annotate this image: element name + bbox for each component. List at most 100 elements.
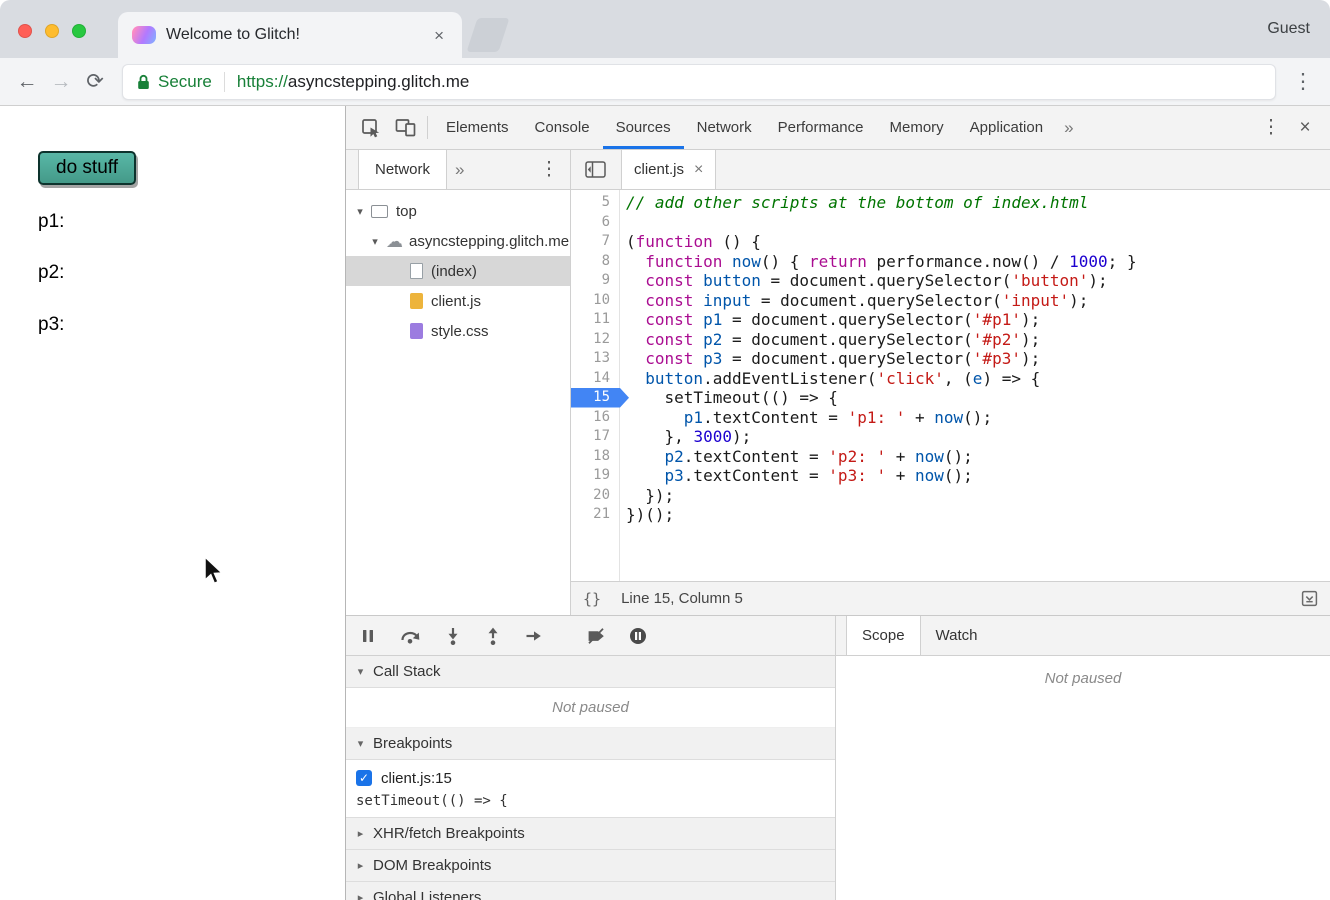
tab-strip: Welcome to Glitch! × Guest	[0, 0, 1330, 58]
tree-item-asyncstepping-glitch-me[interactable]: ▾☁asyncstepping.glitch.me	[346, 226, 570, 256]
line-number[interactable]: 6	[571, 213, 619, 233]
debugger-sidebar: ▾ Call Stack Not paused ▾ Breakpoints ✓c…	[346, 616, 836, 900]
line-number[interactable]: 21	[571, 505, 619, 525]
do-stuff-button[interactable]: do stuff	[38, 151, 136, 185]
inspect-element-icon[interactable]	[354, 106, 388, 149]
code-token: now	[915, 447, 944, 466]
close-window-button[interactable]	[18, 24, 32, 38]
source-editor: client.js × 5// add other scripts at the…	[571, 150, 1330, 615]
devtools-tab-elements[interactable]: Elements	[433, 106, 522, 149]
code-token: 'p1: '	[848, 408, 906, 427]
tab-close-icon[interactable]: ×	[430, 25, 448, 46]
xhr-fetch-breakpoints-header[interactable]: ▸XHR/fetch Breakpoints	[346, 818, 835, 850]
disclosure-triangle-icon: ▾	[355, 665, 366, 678]
browser-menu-icon[interactable]: ⋮	[1286, 69, 1320, 94]
code-token: );	[1069, 291, 1088, 310]
step-over-icon[interactable]	[400, 628, 421, 644]
code-token	[693, 271, 703, 290]
line-number[interactable]: 10	[571, 291, 619, 311]
deactivate-breakpoints-icon[interactable]	[587, 627, 605, 645]
tree-item-label: top	[396, 203, 417, 220]
line-number[interactable]: 12	[571, 330, 619, 350]
step-into-icon[interactable]	[445, 627, 461, 645]
show-drawer-icon[interactable]	[1301, 590, 1318, 607]
code-line: const input = document.querySelector('in…	[619, 291, 1088, 311]
line-number[interactable]: 17	[571, 427, 619, 447]
line-number[interactable]: 18	[571, 447, 619, 467]
step-icon[interactable]	[525, 628, 543, 644]
new-tab-button[interactable]	[466, 18, 509, 52]
line-number[interactable]: 13	[571, 349, 619, 369]
code-token: = document.querySelector(	[751, 291, 1001, 310]
pretty-print-icon[interactable]: {}	[583, 590, 601, 608]
breakpoint-entry[interactable]: ✓client.js:15setTimeout(() => {	[346, 760, 835, 818]
zoom-window-button[interactable]	[72, 24, 86, 38]
code-token: })();	[626, 505, 674, 524]
reload-button[interactable]: ⟳	[78, 69, 112, 94]
minimize-window-button[interactable]	[45, 24, 59, 38]
address-bar[interactable]: Secure https://asyncstepping.glitch.me	[122, 64, 1276, 100]
code-editor[interactable]: 5// add other scripts at the bottom of i…	[571, 190, 1330, 581]
editor-tab-clientjs[interactable]: client.js ×	[621, 150, 716, 189]
lock-icon	[137, 74, 150, 90]
disclosure-triangle-icon[interactable]: ▾	[353, 205, 367, 218]
line-number[interactable]: 11	[571, 310, 619, 330]
disclosure-triangle-icon[interactable]: ▾	[368, 235, 382, 248]
breakpoints-header[interactable]: ▾ Breakpoints	[346, 728, 835, 760]
devtools-close-icon[interactable]: ×	[1288, 106, 1322, 149]
code-row: 19 p3.textContent = 'p3: ' + now();	[571, 466, 1330, 486]
pause-icon[interactable]	[360, 628, 376, 644]
editor-tab-close-icon[interactable]: ×	[694, 161, 703, 179]
line-number[interactable]: 19	[571, 466, 619, 486]
scope-tab-watch[interactable]: Watch	[921, 616, 993, 655]
devtools-tab-application[interactable]: Application	[957, 106, 1056, 149]
tree-item-top[interactable]: ▾ top	[346, 196, 570, 226]
line-number[interactable]: 8	[571, 252, 619, 272]
line-number[interactable]: 7	[571, 232, 619, 252]
profile-label[interactable]: Guest	[1267, 20, 1310, 38]
navigator-tab-network[interactable]: Network	[358, 150, 447, 189]
tree-item-label: style.css	[431, 323, 489, 340]
back-button[interactable]: ←	[10, 70, 44, 94]
editor-status-bar: {} Line 15, Column 5	[571, 581, 1330, 615]
pause-on-exceptions-icon[interactable]	[629, 627, 647, 645]
code-token: 'p2: '	[828, 447, 886, 466]
devtools-tab-console[interactable]: Console	[522, 106, 603, 149]
devtools-tab-sources[interactable]: Sources	[603, 106, 684, 149]
call-stack-header[interactable]: ▾ Call Stack	[346, 656, 835, 688]
devtools-tab-performance[interactable]: Performance	[765, 106, 877, 149]
device-toolbar-icon[interactable]	[388, 106, 422, 149]
dom-breakpoints-header[interactable]: ▸DOM Breakpoints	[346, 850, 835, 882]
more-tabs-icon[interactable]: »	[1056, 106, 1081, 149]
step-out-icon[interactable]	[485, 627, 501, 645]
tree-item-index[interactable]: (index)	[346, 256, 570, 286]
scope-tab-scope[interactable]: Scope	[846, 616, 921, 655]
devtools-menu-icon[interactable]: ⋮	[1254, 106, 1288, 149]
line-number[interactable]: 5	[571, 193, 619, 213]
line-number[interactable]: 9	[571, 271, 619, 291]
line-number[interactable]: 20	[571, 486, 619, 506]
code-token: .textContent =	[684, 447, 829, 466]
line-number[interactable]: 16	[571, 408, 619, 428]
tree-item-style-css[interactable]: style.css	[346, 316, 570, 346]
devtools-tab-memory[interactable]: Memory	[877, 106, 957, 149]
url-host: asyncstepping.glitch.me	[288, 72, 469, 91]
devtools-tab-network[interactable]: Network	[684, 106, 765, 149]
breakpoint-marker[interactable]: 15	[571, 388, 629, 408]
navigator-more-tabs-icon[interactable]: »	[447, 150, 472, 189]
line-number[interactable]: 14	[571, 369, 619, 389]
code-token: );	[1021, 310, 1040, 329]
navigator-toggle-icon[interactable]	[577, 150, 613, 189]
mouse-cursor	[202, 556, 224, 586]
code-row: 5// add other scripts at the bottom of i…	[571, 193, 1330, 213]
tree-item-client-js[interactable]: client.js	[346, 286, 570, 316]
code-row: 15 setTimeout(() => {	[571, 388, 1330, 408]
scope-tabs: ScopeWatch	[836, 616, 1330, 656]
navigator-menu-icon[interactable]: ⋮	[532, 150, 566, 189]
global-listeners-header[interactable]: ▸Global Listeners	[346, 882, 835, 900]
page-paragraph-2: p2:	[38, 262, 64, 284]
disclosure-triangle-icon: ▾	[355, 737, 366, 750]
forward-button[interactable]: →	[44, 70, 78, 94]
browser-tab[interactable]: Welcome to Glitch! ×	[118, 12, 462, 58]
breakpoint-checkbox[interactable]: ✓	[356, 770, 372, 786]
